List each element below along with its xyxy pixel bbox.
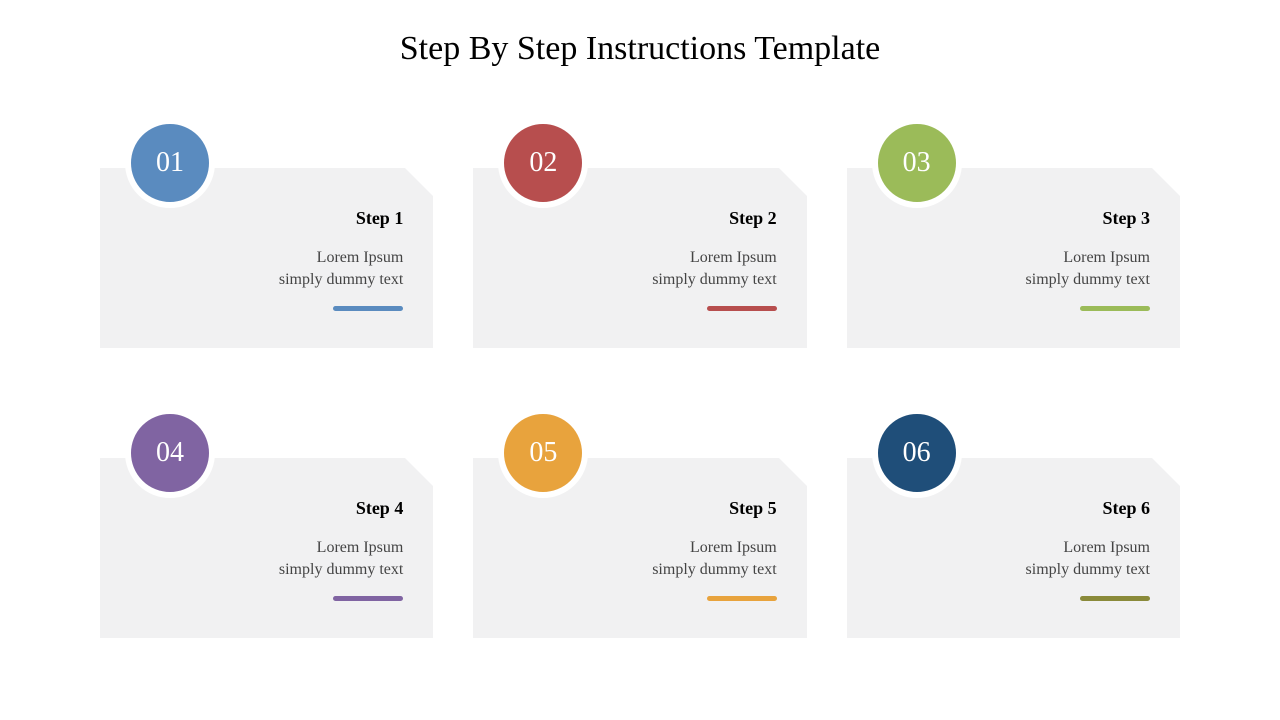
step-title: Step 2 bbox=[503, 208, 776, 229]
step-title: Step 1 bbox=[130, 208, 403, 229]
step-title: Step 6 bbox=[877, 498, 1150, 519]
slide-title: Step By Step Instructions Template bbox=[60, 30, 1220, 68]
step-underline bbox=[1080, 306, 1150, 311]
step-body: Lorem Ipsum simply dummy text bbox=[877, 247, 1150, 292]
step-number-badge: 03 bbox=[872, 118, 962, 208]
step-body: Lorem Ipsum simply dummy text bbox=[503, 247, 776, 292]
step-6: Step 6 Lorem Ipsum simply dummy text 06 bbox=[847, 408, 1180, 638]
step-number-badge: 06 bbox=[872, 408, 962, 498]
step-2: Step 2 Lorem Ipsum simply dummy text 02 bbox=[473, 118, 806, 348]
step-number-badge: 05 bbox=[498, 408, 588, 498]
step-underline bbox=[333, 306, 403, 311]
step-body: Lorem Ipsum simply dummy text bbox=[130, 247, 403, 292]
step-number-badge: 01 bbox=[125, 118, 215, 208]
step-underline bbox=[707, 306, 777, 311]
step-underline bbox=[333, 596, 403, 601]
step-body: Lorem Ipsum simply dummy text bbox=[503, 537, 776, 582]
step-body: Lorem Ipsum simply dummy text bbox=[130, 537, 403, 582]
step-number-badge: 04 bbox=[125, 408, 215, 498]
step-underline bbox=[1080, 596, 1150, 601]
step-3: Step 3 Lorem Ipsum simply dummy text 03 bbox=[847, 118, 1180, 348]
step-5: Step 5 Lorem Ipsum simply dummy text 05 bbox=[473, 408, 806, 638]
step-body: Lorem Ipsum simply dummy text bbox=[877, 537, 1150, 582]
step-number-badge: 02 bbox=[498, 118, 588, 208]
step-1: Step 1 Lorem Ipsum simply dummy text 01 bbox=[100, 118, 433, 348]
step-title: Step 5 bbox=[503, 498, 776, 519]
step-underline bbox=[707, 596, 777, 601]
step-title: Step 4 bbox=[130, 498, 403, 519]
step-title: Step 3 bbox=[877, 208, 1150, 229]
step-4: Step 4 Lorem Ipsum simply dummy text 04 bbox=[100, 408, 433, 638]
steps-grid: Step 1 Lorem Ipsum simply dummy text 01 … bbox=[60, 118, 1220, 638]
